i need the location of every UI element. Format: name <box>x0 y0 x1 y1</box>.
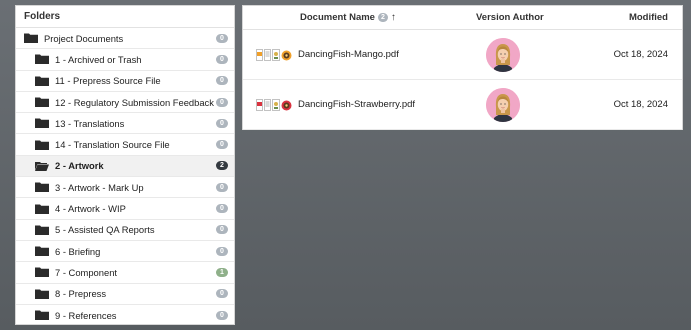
folder-item[interactable]: 7 - Component 1 <box>16 262 234 284</box>
folder-item[interactable]: 13 - Translations 0 <box>16 113 234 135</box>
folder-label: 13 - Translations <box>55 117 125 129</box>
folder-icon <box>35 289 49 299</box>
folder-icon <box>35 118 49 129</box>
folder-count-badge: 0 <box>216 225 228 235</box>
folder-count-badge: 0 <box>216 76 228 86</box>
folder-label: 11 - Prepress Source File <box>55 75 161 87</box>
folder-label: 1 - Archived or Trash <box>55 53 142 65</box>
avatar[interactable] <box>486 87 520 122</box>
folder-icon <box>24 33 38 44</box>
folder-item[interactable]: 8 - Prepress 0 <box>16 284 234 305</box>
folder-list: Project Documents 0 1 - Archived or Trash 0… <box>16 28 234 324</box>
folder-icon <box>35 76 49 86</box>
folder-label: Project Documents <box>44 32 124 44</box>
folder-icon <box>35 182 49 193</box>
version-author-cell <box>473 37 533 72</box>
pack-can-icon <box>281 50 292 60</box>
folder-label: 8 - Prepress <box>55 288 107 300</box>
sort-ascending-icon[interactable]: ↑ <box>391 12 396 23</box>
folder-item[interactable]: 9 - References 0 <box>16 305 234 324</box>
folder-icon <box>35 140 49 150</box>
pack-can-icon <box>281 100 292 110</box>
folder-item[interactable]: Project Documents 0 <box>16 28 234 50</box>
modified-date: Oct 18, 2024 <box>613 49 668 60</box>
folder-item[interactable]: 14 - Translation Source File 0 <box>16 134 234 156</box>
folder-label: 5 - Assisted QA Reports <box>55 224 155 236</box>
folder-count-badge: 0 <box>216 54 228 64</box>
document-row[interactable]: DancingFish-Strawberry.pdf Oct 18, 2024 <box>243 80 682 130</box>
column-header-version-author[interactable]: Version Author <box>418 12 558 23</box>
column-header-modified[interactable]: Modified <box>558 12 682 23</box>
pack-side-icon <box>264 98 271 111</box>
folder-icon <box>35 225 49 235</box>
folder-label: 12 - Regulatory Submission Feedback <box>55 96 214 108</box>
folder-open-icon <box>35 161 49 171</box>
folder-item[interactable]: 6 - Briefing 0 <box>16 241 234 263</box>
folder-count-badge: 0 <box>216 289 228 299</box>
document-thumbnails <box>256 48 292 61</box>
folder-count-badge: 0 <box>216 140 228 150</box>
folders-header: Folders <box>16 6 234 28</box>
pack-label-icon <box>272 98 280 111</box>
folder-icon <box>35 54 49 65</box>
folder-item[interactable]: 3 - Artwork - Mark Up 0 <box>16 177 234 199</box>
modified-date: Oct 18, 2024 <box>613 99 668 110</box>
documents-table-header: Document Name 2 ↑ Version Author Modifie… <box>243 6 682 30</box>
folder-icon <box>35 310 49 320</box>
document-name-cell: DancingFish-Strawberry.pdf <box>243 98 473 111</box>
folder-count-badge: 2 <box>216 161 228 171</box>
pack-label-icon <box>272 48 280 61</box>
folder-item[interactable]: 4 - Artwork - WIP 0 <box>16 198 234 220</box>
folder-icon <box>35 267 49 278</box>
document-name-link[interactable]: DancingFish-Mango.pdf <box>298 49 399 60</box>
folder-item[interactable]: 1 - Archived or Trash 0 <box>16 49 234 71</box>
folder-count-badge: 0 <box>216 204 228 214</box>
folder-item[interactable]: 12 - Regulatory Submission Feedback 0 <box>16 92 234 114</box>
document-name-cell: DancingFish-Mango.pdf <box>243 48 473 61</box>
folder-label: 6 - Briefing <box>55 245 101 257</box>
folder-label: 7 - Component <box>55 266 118 278</box>
document-thumbnails <box>256 98 292 111</box>
folder-count-badge: 0 <box>216 118 228 128</box>
document-name-link[interactable]: DancingFish-Strawberry.pdf <box>298 99 415 110</box>
folder-label: 9 - References <box>55 309 117 321</box>
folder-item[interactable]: 2 - Artwork 2 <box>16 155 234 178</box>
folder-count-badge: 0 <box>216 33 228 43</box>
pack-front-icon <box>256 48 263 61</box>
pack-front-icon <box>256 98 263 111</box>
column-header-document-name[interactable]: Document Name 2 ↑ <box>243 12 418 23</box>
document-row[interactable]: DancingFish-Mango.pdf Oct 18, 2024 <box>243 30 682 80</box>
folder-count-badge: 1 <box>216 267 228 277</box>
document-count-badge: 2 <box>377 13 388 22</box>
folder-label: 4 - Artwork - WIP <box>55 203 126 215</box>
folders-panel: Folders Project Documents 0 1 - Archived o… <box>15 5 235 325</box>
folder-count-badge: 0 <box>216 97 228 107</box>
folder-label: 14 - Translation Source File <box>55 139 170 151</box>
folder-icon <box>35 246 49 257</box>
folder-label: 3 - Artwork - Mark Up <box>55 181 144 193</box>
folder-label: 2 - Artwork <box>55 160 104 172</box>
version-author-cell <box>473 87 533 122</box>
column-label-document-name: Document Name <box>300 12 375 23</box>
folder-count-badge: 0 <box>216 182 228 192</box>
folder-icon <box>35 97 49 108</box>
documents-table-body: DancingFish-Mango.pdf Oct 18, 2024 Dancing… <box>243 30 682 130</box>
folder-item[interactable]: 11 - Prepress Source File 0 <box>16 71 234 92</box>
folder-item[interactable]: 5 - Assisted QA Reports 0 <box>16 220 234 241</box>
folder-count-badge: 0 <box>216 246 228 256</box>
pack-side-icon <box>264 48 271 61</box>
folder-icon <box>35 204 49 214</box>
documents-panel: Document Name 2 ↑ Version Author Modifie… <box>242 5 683 130</box>
folder-count-badge: 0 <box>216 310 228 320</box>
avatar[interactable] <box>486 37 520 72</box>
